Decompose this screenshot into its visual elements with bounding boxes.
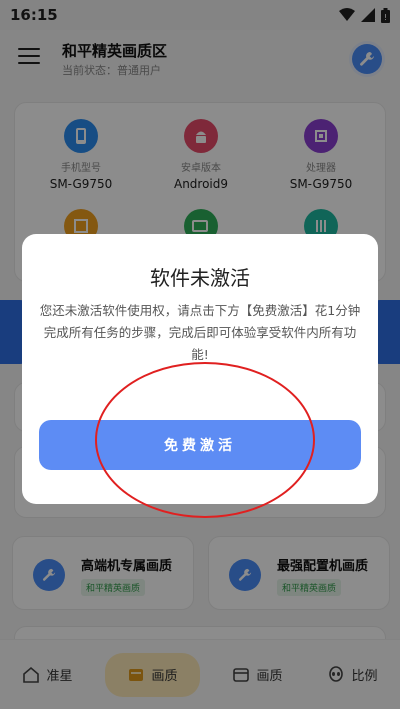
activation-dialog: 软件未激活 您还未激活软件使用权，请点击下方【免费激活】花1分钟完成所有任务的步… <box>22 234 378 504</box>
dialog-title: 软件未激活 <box>150 266 250 290</box>
free-activate-button[interactable]: 免费激活 <box>39 420 361 470</box>
dialog-message: 您还未激活软件使用权，请点击下方【免费激活】花1分钟完成所有任务的步骤，完成后即… <box>39 303 361 362</box>
